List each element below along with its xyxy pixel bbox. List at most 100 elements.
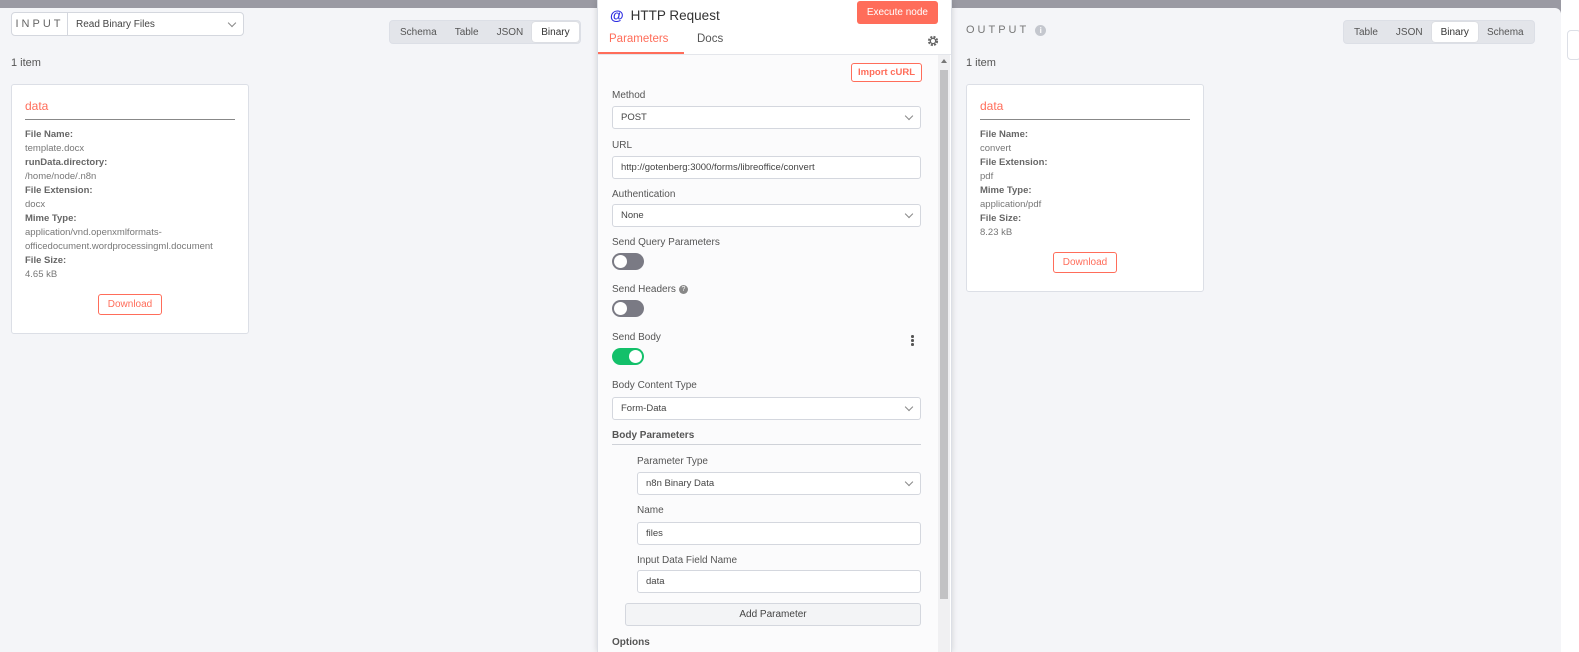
- input-card-title: data: [25, 97, 235, 120]
- field-value-mime-line2: officedocument.wordprocessingml.document: [25, 241, 213, 252]
- node-title[interactable]: HTTP Request: [631, 8, 720, 23]
- output-tab-schema[interactable]: Schema: [1478, 22, 1533, 42]
- info-icon[interactable]: i: [1035, 24, 1047, 36]
- download-wrap: Download: [980, 252, 1190, 273]
- field-value: pdf: [980, 171, 994, 182]
- settings-scrollbar[interactable]: [938, 55, 950, 652]
- output-item-count: 1 item: [966, 57, 996, 69]
- send-headers-label-row: Send Headers?: [612, 284, 688, 295]
- name-label: Name: [637, 505, 664, 516]
- parameter-type-select[interactable]: n8n Binary Data: [637, 472, 921, 495]
- authentication-select[interactable]: None: [612, 204, 921, 227]
- tab-docs[interactable]: Docs: [697, 33, 723, 45]
- chevron-down-icon: [904, 477, 914, 487]
- scroll-thumb[interactable]: [940, 70, 948, 599]
- http-request-node-icon: @: [610, 7, 624, 23]
- field-value: application/pdf: [980, 199, 1042, 210]
- field-value: docx: [25, 199, 46, 210]
- field-key: File Size:: [25, 255, 67, 266]
- output-view-switcher: Table JSON Binary Schema: [1343, 20, 1535, 44]
- active-tab-underline: [598, 52, 684, 54]
- import-curl-button[interactable]: Import cURL: [851, 63, 922, 82]
- execute-node-button[interactable]: Execute node: [856, 1, 938, 24]
- parameters-body: Import cURL Method POST URL http://goten…: [598, 55, 938, 652]
- output-tab-table[interactable]: Table: [1345, 22, 1387, 42]
- method-value: POST: [621, 112, 647, 123]
- name-value: files: [646, 528, 663, 539]
- authentication-label: Authentication: [612, 189, 676, 200]
- input-data-field-value: data: [646, 576, 665, 587]
- input-tab-schema[interactable]: Schema: [391, 22, 446, 42]
- input-view-switcher: Schema Table JSON Binary: [389, 20, 581, 44]
- chevron-down-icon: [904, 402, 914, 412]
- output-download-button[interactable]: Download: [1052, 252, 1118, 273]
- more-options-icon[interactable]: [911, 335, 915, 347]
- toggle-knob: [629, 350, 642, 363]
- input-node-select-value: Read Binary Files: [76, 18, 155, 30]
- chevron-down-icon: [904, 111, 914, 121]
- body-parameters-title: Body Parameters: [612, 430, 921, 445]
- url-value: http://gotenberg:3000/forms/libreoffice/…: [621, 162, 815, 173]
- field-key: Mime Type:: [25, 213, 77, 224]
- field-value-mime-line1: application/vnd.openxmlformats-: [25, 227, 162, 238]
- url-input[interactable]: http://gotenberg:3000/forms/libreoffice/…: [612, 156, 921, 179]
- parameter-type-label: Parameter Type: [637, 456, 708, 467]
- input-node-selector[interactable]: INPUT Read Binary Files: [11, 12, 244, 36]
- side-strip: [1561, 0, 1579, 652]
- input-data-field-label: Input Data Field Name: [637, 555, 738, 566]
- toggle-knob: [614, 302, 627, 315]
- field-key: File Size:: [980, 213, 1022, 224]
- field-value: /home/node/.n8n: [25, 171, 97, 182]
- input-tab-table[interactable]: Table: [446, 22, 488, 42]
- body-content-type-select[interactable]: Form-Data: [612, 397, 921, 420]
- output-label: OUTPUT: [966, 24, 1030, 36]
- options-title: Options: [612, 637, 650, 648]
- node-settings-panel: @ HTTP Request Execute node Parameters D…: [597, 0, 952, 652]
- field-key: File Name:: [980, 129, 1029, 140]
- output-header: OUTPUT i: [966, 24, 1047, 36]
- field-value: 4.65 kB: [25, 269, 58, 280]
- send-query-toggle[interactable]: [612, 253, 644, 270]
- send-headers-toggle[interactable]: [612, 300, 644, 317]
- field-key: Mime Type:: [980, 185, 1032, 196]
- field-key: File Extension:: [25, 185, 93, 196]
- parameter-type-value: n8n Binary Data: [646, 478, 715, 489]
- input-binary-card: data File Name: template.docx runData.di…: [11, 84, 249, 334]
- output-card-title: data: [980, 97, 1190, 120]
- authentication-value: None: [621, 210, 644, 221]
- output-tab-binary[interactable]: Binary: [1431, 22, 1478, 42]
- input-data-field-input[interactable]: data: [637, 570, 921, 593]
- input-label: INPUT: [12, 13, 68, 35]
- send-body-label: Send Body: [612, 332, 661, 343]
- input-tab-binary[interactable]: Binary: [532, 22, 579, 42]
- method-label: Method: [612, 90, 646, 101]
- name-input[interactable]: files: [637, 522, 921, 545]
- send-query-label: Send Query Parameters: [612, 237, 720, 248]
- output-tab-json[interactable]: JSON: [1387, 22, 1432, 42]
- send-headers-label: Send Headers: [612, 284, 676, 295]
- output-binary-card: data File Name: convert File Extension: …: [966, 84, 1204, 292]
- tab-parameters[interactable]: Parameters: [609, 33, 668, 45]
- chevron-down-icon: [227, 18, 237, 27]
- settings-header: @ HTTP Request Execute node: [598, 0, 951, 30]
- input-item-count: 1 item: [11, 57, 41, 69]
- scroll-up-arrow-icon[interactable]: [941, 59, 947, 63]
- field-value: convert: [980, 143, 1012, 154]
- input-download-button[interactable]: Download: [97, 294, 163, 315]
- input-tab-json[interactable]: JSON: [488, 22, 533, 42]
- method-select[interactable]: POST: [612, 106, 921, 129]
- field-value: 8.23 kB: [980, 227, 1013, 238]
- field-key: File Extension:: [980, 157, 1048, 168]
- settings-tabs: Parameters Docs: [598, 30, 951, 55]
- field-key: File Name:: [25, 129, 74, 140]
- help-icon[interactable]: ?: [678, 284, 688, 294]
- add-parameter-button[interactable]: Add Parameter: [625, 603, 921, 626]
- url-label: URL: [612, 140, 633, 151]
- chevron-down-icon: [904, 209, 914, 219]
- gear-icon[interactable]: [927, 35, 939, 47]
- body-content-type-label: Body Content Type: [612, 380, 697, 391]
- side-ghost-control: [1567, 30, 1579, 60]
- input-node-select[interactable]: Read Binary Files: [68, 18, 243, 30]
- send-body-toggle[interactable]: [612, 348, 644, 365]
- field-key: runData.directory:: [25, 157, 108, 168]
